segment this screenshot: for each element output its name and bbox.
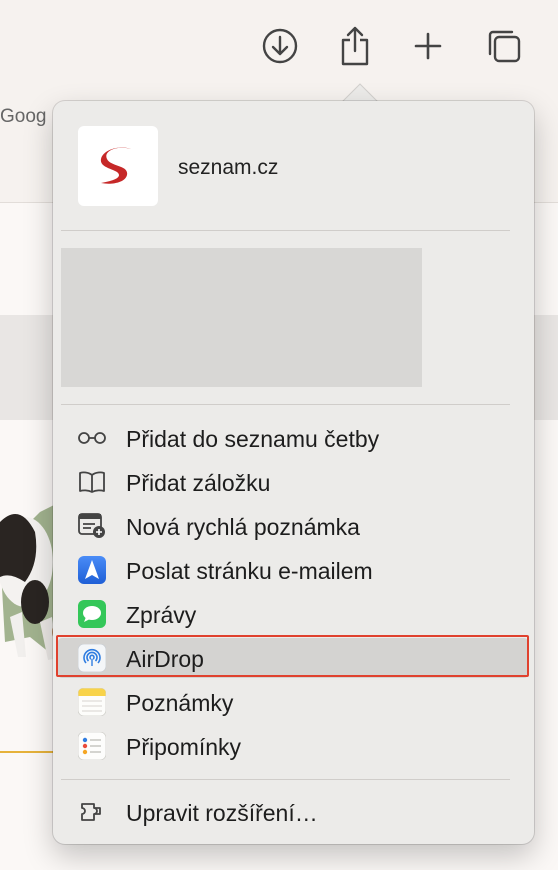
menu-item-label: Nová rychlá poznámka bbox=[126, 514, 360, 540]
separator bbox=[61, 230, 510, 231]
share-sheet-popover: seznam.cz Přidat do seznamu četby Přidat… bbox=[53, 101, 534, 844]
tabs-overview-icon[interactable] bbox=[484, 26, 524, 66]
extensions-icon bbox=[78, 798, 106, 826]
quick-note-icon bbox=[78, 512, 106, 540]
site-favicon bbox=[78, 126, 158, 206]
reading-list-glasses-icon bbox=[78, 424, 106, 452]
menu-item-add-bookmark[interactable]: Přidat záložku bbox=[58, 462, 528, 502]
menu-item-label: Upravit rozšíření… bbox=[126, 800, 318, 826]
download-icon[interactable] bbox=[260, 26, 300, 66]
menu-item-label: Přidat záložku bbox=[126, 470, 271, 496]
seznam-logo-icon bbox=[100, 147, 131, 184]
browser-toolbar bbox=[0, 0, 558, 100]
menu-item-reminders[interactable]: Připomínky bbox=[58, 726, 528, 766]
menu-item-label: Poznámky bbox=[126, 690, 234, 716]
separator bbox=[61, 779, 510, 780]
menu-item-label: Poslat stránku e-mailem bbox=[126, 558, 373, 584]
menu-item-label: Zprávy bbox=[126, 602, 197, 628]
site-title: seznam.cz bbox=[178, 156, 279, 179]
menu-item-label: Přidat do seznamu četby bbox=[126, 426, 380, 452]
menu-item-messages[interactable]: Zprávy bbox=[58, 594, 528, 634]
messages-app-icon bbox=[78, 600, 106, 628]
menu-item-label: Připomínky bbox=[126, 734, 242, 760]
separator bbox=[61, 404, 510, 405]
page-accent-line bbox=[0, 751, 60, 753]
bookmark-item[interactable]: Goog bbox=[0, 106, 46, 128]
airdrop-highlight-outline bbox=[56, 635, 529, 677]
notes-app-icon bbox=[78, 688, 106, 716]
menu-item-edit-extensions[interactable]: Upravit rozšíření… bbox=[58, 792, 528, 832]
share-icon[interactable] bbox=[335, 26, 375, 66]
menu-item-quick-note[interactable]: Nová rychlá poznámka bbox=[58, 506, 528, 546]
menu-item-notes[interactable]: Poznámky bbox=[58, 682, 528, 722]
new-tab-plus-icon[interactable] bbox=[408, 26, 448, 66]
menu-item-send-email[interactable]: Poslat stránku e-mailem bbox=[58, 550, 528, 590]
bookmark-book-icon bbox=[78, 468, 106, 496]
page-preview bbox=[61, 248, 422, 387]
reminders-app-icon bbox=[78, 732, 106, 760]
mail-app-icon bbox=[78, 556, 106, 584]
menu-item-reading-list[interactable]: Přidat do seznamu četby bbox=[58, 418, 528, 458]
